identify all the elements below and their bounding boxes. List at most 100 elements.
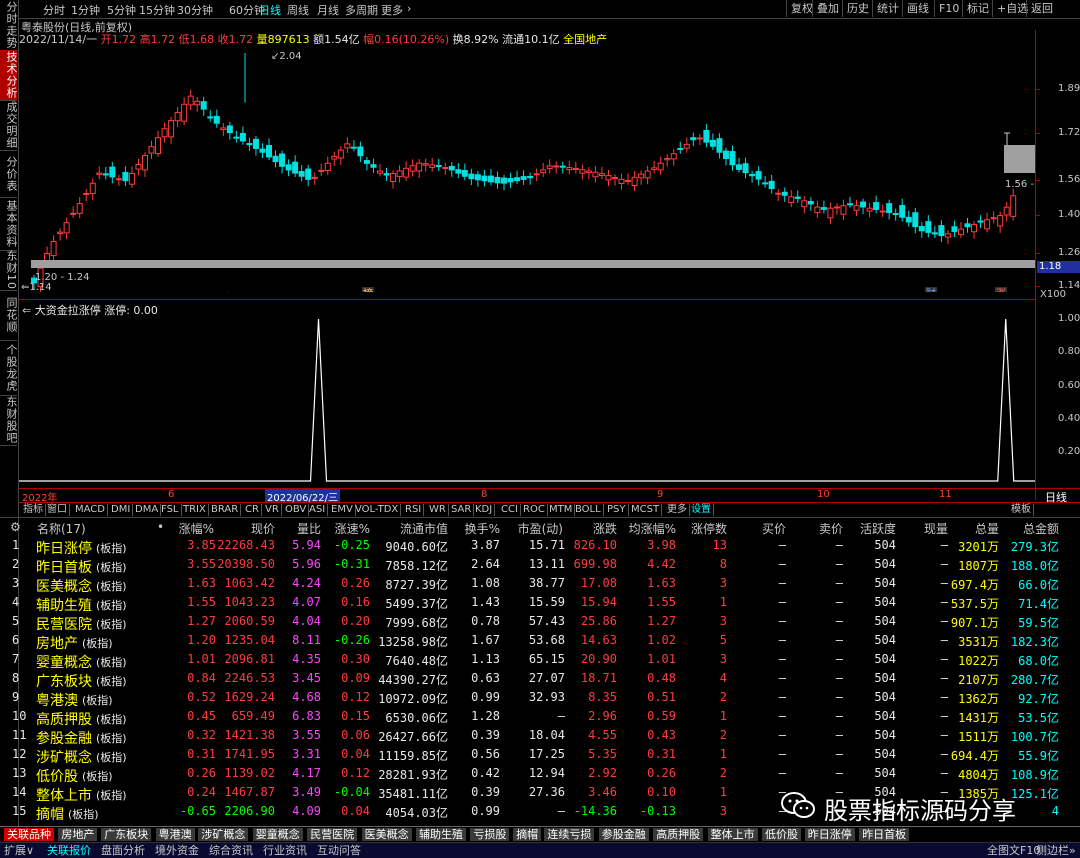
sector-tab-14[interactable]: 整体上市: [707, 828, 759, 841]
f10-link[interactable]: 全图文F10: [987, 844, 1040, 857]
indicator-tab-7[interactable]: BRAR: [209, 504, 242, 516]
indicator-tab-22[interactable]: PSY: [605, 504, 629, 516]
col-header-15[interactable]: 总量: [975, 520, 999, 537]
table-row[interactable]: 13 低价股 (板指) 0.26 1139.02 4.17 0.12 28281.93亿 0.4…: [0, 764, 1080, 785]
col-header-2[interactable]: 现价: [251, 520, 275, 537]
col-header-7[interactable]: 市盈(动): [518, 520, 563, 537]
period-2[interactable]: 5分钟: [107, 2, 136, 18]
period-6[interactable]: 日线: [259, 2, 281, 18]
table-row[interactable]: 2 昨日首板 (板指) 3.55 20398.50 5.96 -0.31 7858.12亿 2.…: [0, 555, 1080, 576]
table-row[interactable]: 12 涉矿概念 (板指) 0.31 1741.95 3.31 0.04 11159.85亿 0.…: [0, 745, 1080, 766]
indicator-tab-24[interactable]: 更多: [665, 504, 690, 516]
period-10[interactable]: 更多: [381, 2, 403, 18]
indicator-tab-19[interactable]: ROC: [521, 504, 548, 516]
status-link-2[interactable]: 盘面分析: [101, 844, 145, 857]
toolbar-button-8[interactable]: 返回: [1026, 0, 1057, 17]
indicator-tab-13[interactable]: VOL-TDX: [353, 504, 402, 516]
table-row[interactable]: 7 婴童概念 (板指) 1.01 2096.81 4.35 0.30 7640.48亿 1.13…: [0, 650, 1080, 671]
indicator-tab-18[interactable]: CCI: [499, 504, 521, 516]
sector-tab-1[interactable]: 房地产: [58, 828, 99, 841]
table-row[interactable]: 3 医美概念 (板指) 1.63 1063.42 4.24 0.26 8727.39亿 1.08…: [0, 574, 1080, 595]
sector-tab-11[interactable]: 连续亏损: [544, 828, 596, 841]
table-row[interactable]: 8 广东板块 (板指) 0.84 2246.53 3.45 0.09 44390.27亿 0.6…: [0, 669, 1080, 690]
table-row[interactable]: 9 粤港澳 (板指) 0.52 1629.24 4.68 0.12 10972.09亿 0.99…: [0, 688, 1080, 709]
sector-tab-7[interactable]: 医美概念: [361, 828, 413, 841]
toolbar-button-2[interactable]: 历史: [842, 0, 873, 17]
sidebar-toggle[interactable]: 侧边栏»: [1036, 844, 1076, 857]
indicator-tab-17[interactable]: KDJ: [473, 504, 496, 516]
settings-gear-icon[interactable]: ⚙: [10, 520, 21, 534]
col-header-16[interactable]: 总金额: [1023, 520, 1059, 537]
col-header-14[interactable]: 现量: [924, 520, 948, 537]
table-row[interactable]: 6 房地产 (板指) 1.20 1235.04 8.11 -0.26 13258.98亿 1.6…: [0, 631, 1080, 652]
status-link-1[interactable]: 关联报价: [47, 844, 91, 857]
sector-tab-16[interactable]: 昨日涨停: [804, 828, 856, 841]
left-tab-7[interactable]: 个股龙虎: [0, 340, 18, 396]
period-3[interactable]: 15分钟: [139, 2, 175, 18]
col-header-8[interactable]: 涨跌: [593, 520, 617, 537]
indicator-tab-9[interactable]: VR: [263, 504, 282, 516]
col-header-13[interactable]: 活跃度: [860, 520, 896, 537]
table-row[interactable]: 5 民营医院 (板指) 1.27 2060.59 4.04 0.20 7999.68亿 0.78…: [0, 612, 1080, 633]
indicator-tab-3[interactable]: DMI: [109, 504, 134, 516]
period-0[interactable]: 分时: [43, 2, 65, 18]
indicator-tab-10[interactable]: OBV: [283, 504, 310, 516]
status-link-3[interactable]: 境外资金: [155, 844, 199, 857]
sector-tab-4[interactable]: 涉矿概念: [198, 828, 250, 841]
toolbar-button-4[interactable]: 画线: [902, 0, 933, 17]
col-header-1[interactable]: 涨幅%: [179, 520, 214, 537]
col-header-4[interactable]: 涨速%: [335, 520, 370, 537]
indicator-tab-2[interactable]: MACD: [73, 504, 108, 516]
sector-tab-9[interactable]: 亏损股: [470, 828, 511, 841]
col-header-5[interactable]: 流通市值: [400, 520, 448, 537]
period-8[interactable]: 月线: [317, 2, 339, 18]
period-1[interactable]: 1分钟: [71, 2, 100, 18]
indicator-tab-4[interactable]: DMA: [133, 504, 162, 516]
col-header-3[interactable]: 量比: [297, 520, 321, 537]
left-tab-5[interactable]: 东财10: [0, 250, 18, 291]
col-header-0[interactable]: 名称(17): [37, 520, 86, 537]
table-row[interactable]: 1 昨日涨停 (板指) 3.85 22268.43 5.94 -0.25 9040.60亿 3.…: [0, 536, 1080, 557]
col-header-6[interactable]: 换手%: [465, 520, 500, 537]
left-tab-0[interactable]: 分时走势: [0, 0, 18, 51]
candlestick-chart[interactable]: ↙2.041.20 - 1.24⇐1.141.56 -▲榜财涨: [19, 30, 1035, 292]
col-header-9[interactable]: 均涨幅%: [629, 520, 676, 537]
sector-tab-2[interactable]: 广东板块: [101, 828, 153, 841]
indicator-tab-11[interactable]: ASI: [307, 504, 329, 516]
indicator-chart[interactable]: [19, 316, 1035, 486]
period-9[interactable]: 多周期: [345, 2, 378, 18]
more-chevron-icon[interactable]: ›: [407, 2, 411, 15]
status-link-5[interactable]: 行业资讯: [263, 844, 307, 857]
sector-tab-17[interactable]: 昨日首板: [859, 828, 911, 841]
indicator-tab-12[interactable]: EMV: [329, 504, 356, 516]
period-4[interactable]: 30分钟: [177, 2, 213, 18]
sector-tab-3[interactable]: 粤港澳: [155, 828, 196, 841]
indicator-tab-5[interactable]: FSL: [159, 504, 182, 516]
toolbar-button-3[interactable]: 统计: [872, 0, 903, 17]
left-tab-4[interactable]: 基本资料: [0, 197, 18, 251]
indicator-tab-15[interactable]: WR: [427, 504, 449, 516]
sector-tab-5[interactable]: 婴童概念: [252, 828, 304, 841]
status-link-4[interactable]: 综合资讯: [209, 844, 253, 857]
toolbar-button-1[interactable]: 叠加: [812, 0, 843, 17]
toolbar-button-5[interactable]: F10: [934, 0, 963, 17]
table-row[interactable]: 4 辅助生殖 (板指) 1.55 1043.23 4.07 0.16 5499.37亿 1.43…: [0, 593, 1080, 614]
period-7[interactable]: 周线: [287, 2, 309, 18]
col-header-11[interactable]: 买价: [762, 520, 786, 537]
indicator-tab-20[interactable]: MTM: [547, 504, 576, 516]
table-row[interactable]: 10 高质押股 (板指) 0.45 659.49 6.83 0.15 6530.06亿 1.28…: [0, 707, 1080, 728]
table-row[interactable]: 11 参股金融 (板指) 0.32 1421.38 3.55 0.06 26427.66亿 0.…: [0, 726, 1080, 747]
left-tab-3[interactable]: 分价表: [0, 150, 18, 198]
col-header-12[interactable]: 卖价: [819, 520, 843, 537]
left-tab-8[interactable]: 东财股吧: [0, 395, 18, 446]
indicator-tab-21[interactable]: BOLL: [573, 504, 604, 516]
indicator-tab-1[interactable]: 窗口: [45, 504, 70, 516]
indicator-tab-14[interactable]: RSI: [403, 504, 425, 516]
left-tab-1[interactable]: 技术分析: [0, 50, 18, 101]
sector-tab-0[interactable]: 关联品种: [4, 828, 55, 841]
sector-tab-15[interactable]: 低价股: [762, 828, 802, 841]
indicator-tab-8[interactable]: CR: [243, 504, 262, 516]
left-tab-6[interactable]: 同花顺: [0, 290, 18, 341]
toolbar-button-6[interactable]: 标记: [962, 0, 993, 17]
status-link-0[interactable]: 扩展∨: [4, 844, 34, 857]
